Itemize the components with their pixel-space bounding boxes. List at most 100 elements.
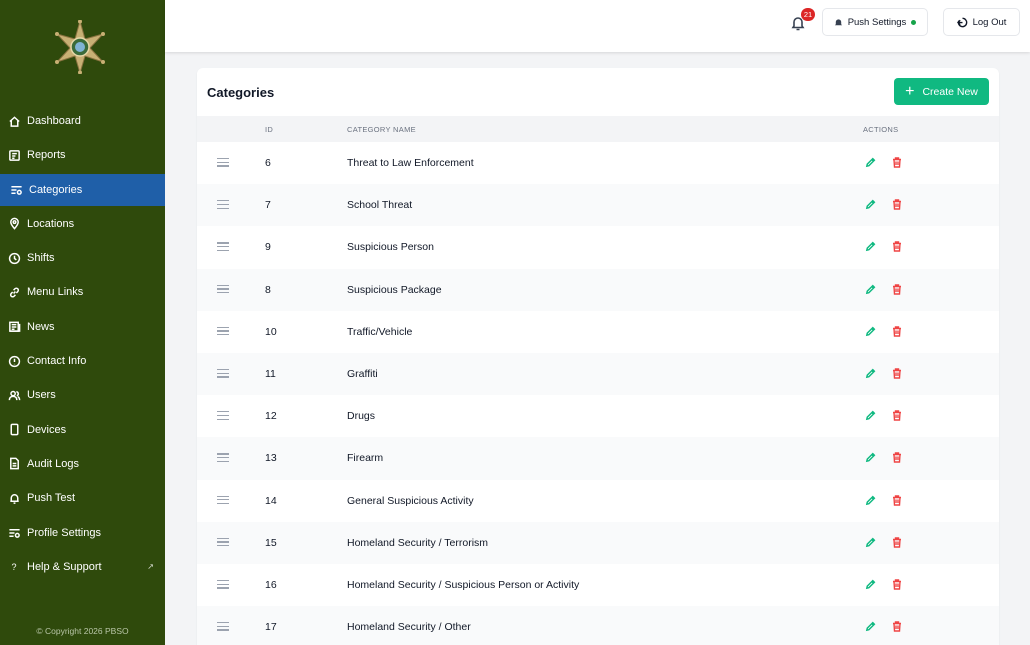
delete-trash-icon[interactable] (892, 326, 904, 338)
drag-handle-icon[interactable] (217, 326, 229, 336)
sidebar-item-users[interactable]: Users (0, 379, 165, 411)
drag-handle-icon[interactable] (217, 622, 229, 631)
edit-pencil-icon[interactable] (865, 199, 877, 211)
sidebar-item-audit-logs[interactable]: Audit Logs (0, 448, 165, 480)
edit-pencil-icon[interactable] (865, 579, 877, 591)
logout-button[interactable]: Log Out (943, 8, 1020, 36)
link-icon (7, 285, 21, 299)
sidebar-item-label: Dashboard (27, 115, 81, 127)
sidebar-item-menu-links[interactable]: Menu Links (0, 276, 165, 308)
category-id: 8 (265, 283, 271, 296)
info-icon (7, 354, 21, 368)
sidebar-item-devices[interactable]: Devices (0, 414, 165, 446)
sheriff-star-logo (53, 19, 107, 75)
delete-trash-icon[interactable] (892, 410, 904, 422)
edit-pencil-icon[interactable] (865, 284, 877, 296)
delete-trash-icon[interactable] (892, 494, 904, 507)
sidebar-item-label: Reports (27, 149, 66, 162)
table-row: 8 Suspicious Package (197, 268, 999, 311)
edit-pencil-icon[interactable] (865, 157, 877, 169)
table-row: 14 General Suspicious Activity (197, 480, 999, 522)
push-settings-button[interactable]: Push Settings (822, 8, 928, 36)
edit-pencil-icon[interactable] (865, 621, 877, 633)
sidebar-item-reports[interactable]: Reports (0, 139, 165, 171)
device-icon (7, 423, 21, 437)
create-new-button[interactable]: + Create New (894, 78, 989, 105)
sidebar: Dashboard Reports Categories Locations S… (0, 0, 165, 645)
news-icon (7, 320, 21, 334)
edit-pencil-icon[interactable] (865, 495, 877, 507)
edit-pencil-icon[interactable] (865, 537, 877, 549)
sidebar-item-label: Help & Support (27, 560, 102, 573)
category-name: School Threat (347, 199, 413, 212)
sidebar-item-label: News (27, 320, 55, 333)
category-id: 16 (265, 578, 277, 591)
category-id: 17 (265, 621, 277, 634)
drag-handle-icon[interactable] (217, 242, 229, 252)
delete-trash-icon[interactable] (892, 157, 904, 169)
create-new-label: Create New (922, 85, 978, 98)
categories-icon (9, 183, 23, 197)
category-id: 13 (265, 452, 277, 465)
reports-icon (7, 148, 21, 162)
table-body: 6 Threat to Law Enforcement 7 School Threat… (197, 142, 999, 645)
drag-handle-icon[interactable] (217, 368, 229, 378)
category-name: Homeland Security / Terrorism (347, 536, 489, 549)
edit-pencil-icon[interactable] (865, 452, 877, 464)
edit-pencil-icon[interactable] (865, 326, 877, 338)
delete-trash-icon[interactable] (892, 241, 904, 253)
status-dot-icon (911, 19, 917, 25)
drag-handle-icon[interactable] (217, 284, 229, 294)
sidebar-item-help-support[interactable]: ? Help & Support ↗ (0, 551, 165, 583)
category-id: 10 (265, 325, 277, 338)
sidebar-item-shifts[interactable]: Shifts (0, 242, 165, 274)
delete-trash-icon[interactable] (892, 283, 904, 296)
category-name: Suspicious Person (347, 241, 434, 254)
delete-trash-icon[interactable] (892, 368, 904, 380)
category-name: Graffiti (347, 367, 378, 380)
category-name: Traffic/Vehicle (347, 325, 413, 338)
category-id: 9 (265, 241, 271, 254)
drag-handle-icon[interactable] (217, 453, 229, 462)
drag-handle-icon[interactable] (217, 158, 229, 167)
sidebar-item-label: Categories (29, 183, 83, 196)
sidebar-item-label: Locations (27, 217, 75, 230)
delete-trash-icon[interactable] (892, 536, 904, 549)
table-row: 12 Drugs (197, 395, 999, 437)
delete-trash-icon[interactable] (892, 579, 904, 591)
sidebar-item-label: Shifts (27, 252, 55, 265)
category-name: Firearm (347, 452, 384, 465)
sidebar-nav: Dashboard Reports Categories Locations S… (0, 105, 165, 585)
edit-pencil-icon[interactable] (865, 410, 877, 422)
sidebar-item-locations[interactable]: Locations (0, 208, 165, 240)
sidebar-item-dashboard[interactable]: Dashboard (0, 105, 165, 137)
sidebar-item-profile-settings[interactable]: Profile Settings (0, 517, 165, 549)
table-header: ID CATEGORY NAME ACTIONS (197, 116, 999, 142)
plus-icon: + (905, 82, 915, 100)
external-link-icon: ↗ (147, 562, 154, 572)
push-settings-label: Push Settings (847, 16, 907, 28)
drag-handle-icon[interactable] (217, 537, 229, 547)
drag-handle-icon[interactable] (217, 200, 229, 209)
sidebar-item-push-test[interactable]: Push Test (0, 482, 165, 514)
category-name: Homeland Security / Other (347, 621, 471, 634)
users-icon (7, 388, 21, 402)
edit-pencil-icon[interactable] (865, 241, 877, 253)
table-row: 17 Homeland Security / Other (197, 606, 999, 645)
table-row: 15 Homeland Security / Terrorism (197, 521, 999, 564)
delete-trash-icon[interactable] (892, 452, 904, 464)
delete-trash-icon[interactable] (892, 199, 904, 211)
edit-pencil-icon[interactable] (865, 368, 877, 380)
sidebar-item-contact-info[interactable]: Contact Info (0, 345, 165, 377)
sidebar-item-label: Push Test (27, 492, 76, 505)
delete-trash-icon[interactable] (892, 621, 904, 633)
drag-handle-icon[interactable] (217, 495, 229, 505)
sidebar-item-label: Users (27, 389, 56, 402)
drag-handle-icon[interactable] (217, 579, 229, 589)
sidebar-item-categories[interactable]: Categories (0, 173, 165, 206)
sidebar-item-news[interactable]: News (0, 311, 165, 343)
copyright-text: © Copyright 2026 PBSO (36, 626, 129, 636)
drag-handle-icon[interactable] (217, 411, 229, 420)
sidebar-item-label: Audit Logs (27, 457, 79, 470)
location-pin-icon (7, 217, 21, 231)
